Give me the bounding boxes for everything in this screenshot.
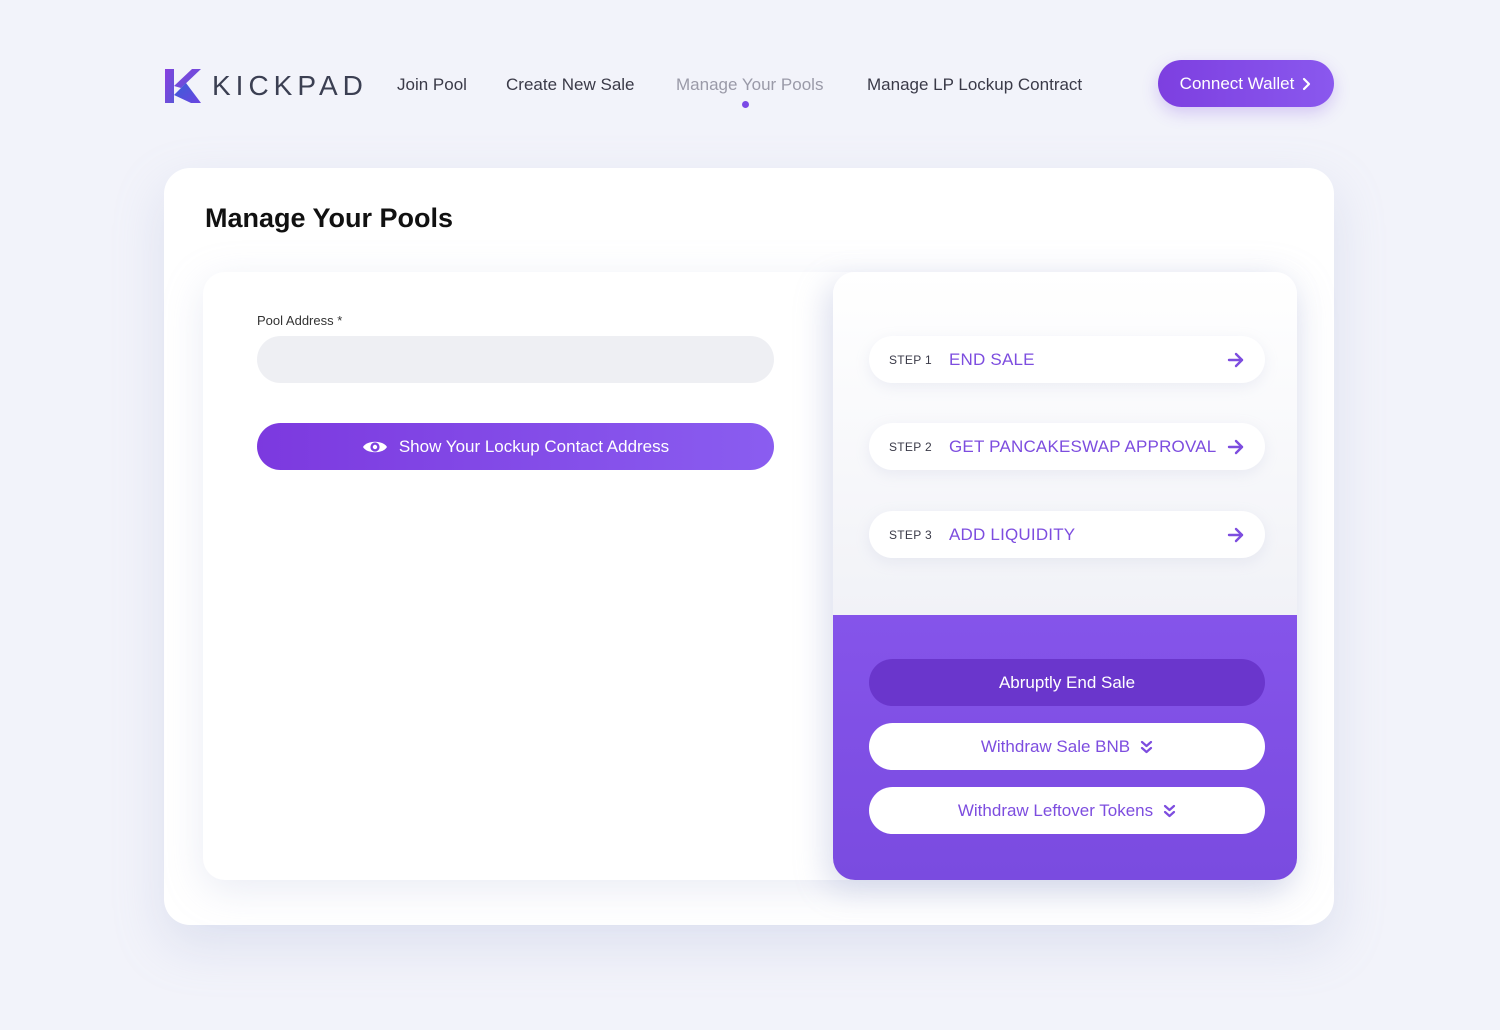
abruptly-end-sale-button[interactable]: Abruptly End Sale [869,659,1265,706]
page: KICKPAD Join Pool Create New Sale Manage… [0,0,1500,1030]
logo[interactable]: KICKPAD [165,69,368,103]
show-lockup-address-button[interactable]: Show Your Lockup Contact Address [257,423,774,470]
nav-create-new-sale[interactable]: Create New Sale [506,75,635,95]
brand-name: KICKPAD [212,70,368,101]
arrow-right-icon [1227,352,1244,367]
double-chevron-down-icon [1141,740,1153,753]
page-title: Manage Your Pools [205,203,454,233]
nav-manage-lp-lockup[interactable]: Manage LP Lockup Contract [867,75,1082,95]
step-add-liquidity[interactable]: STEP 3 ADD LIQUIDITY [869,511,1265,558]
step-label: ADD LIQUIDITY [949,524,1076,544]
eye-icon [362,441,387,452]
step-label: END SALE [949,349,1035,369]
step-number: STEP 1 [889,352,932,367]
double-chevron-down-icon [1164,804,1176,817]
active-nav-indicator [742,101,749,108]
withdraw-leftover-tokens-button[interactable]: Withdraw Leftover Tokens [869,787,1265,834]
withdraw-sale-bnb-label: Withdraw Sale BNB [980,736,1131,756]
arrow-right-icon [1227,527,1244,542]
steps-panel: STEP 1 END SALE STEP 2 GET PANCAKESWAP A… [833,272,1297,880]
step-pancakeswap-approval[interactable]: STEP 2 GET PANCAKESWAP APPROVAL [869,423,1265,470]
steps-section: STEP 1 END SALE STEP 2 GET PANCAKESWAP A… [833,272,1297,615]
show-lockup-address-label: Show Your Lockup Contact Address [398,436,670,456]
nav-manage-your-pools[interactable]: Manage Your Pools [676,75,823,95]
step-label: GET PANCAKESWAP APPROVAL [949,436,1217,456]
connect-wallet-button[interactable]: Connect Wallet [1158,60,1334,107]
arrow-right-icon [1227,439,1244,454]
step-end-sale[interactable]: STEP 1 END SALE [869,336,1265,383]
step-number: STEP 3 [889,527,932,542]
pool-address-input[interactable] [257,336,774,383]
kickpad-logo-icon [165,69,201,103]
withdraw-sale-bnb-button[interactable]: Withdraw Sale BNB [869,723,1265,770]
chevron-right-icon [1303,77,1311,90]
withdraw-leftover-tokens-label: Withdraw Leftover Tokens [957,800,1154,820]
connect-wallet-label: Connect Wallet [1179,73,1295,93]
nav-join-pool[interactable]: Join Pool [397,75,467,95]
pool-address-label: Pool Address * [257,313,343,328]
step-number: STEP 2 [889,439,932,454]
